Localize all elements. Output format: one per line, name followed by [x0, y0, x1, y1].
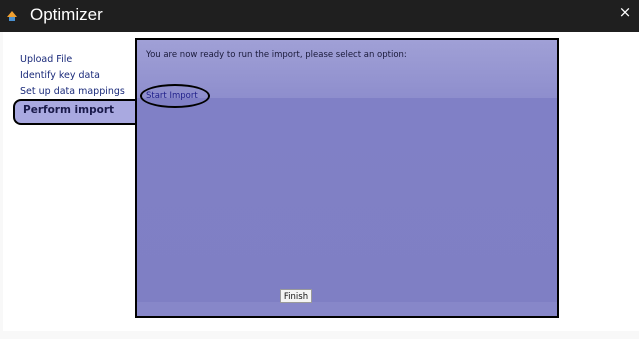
step-perform-import[interactable]: Perform import — [13, 99, 139, 125]
step-perform-import-label: Perform import — [23, 104, 115, 116]
finish-button[interactable]: Finish — [280, 289, 312, 303]
close-icon[interactable]: × — [617, 4, 633, 20]
step-upload-file[interactable]: Upload File — [20, 54, 72, 65]
import-panel: You are now ready to run the import, ple… — [135, 38, 559, 318]
title-bar: Optimizer × — [0, 0, 639, 32]
window-title: Optimizer — [30, 5, 103, 24]
start-import-link[interactable]: Start Import — [146, 91, 198, 101]
step-set-up-data-mappings[interactable]: Set up data mappings — [20, 86, 125, 97]
panel-footer-band — [137, 302, 557, 316]
optimizer-window: Optimizer × Upload File Identify key dat… — [0, 0, 639, 339]
import-prompt: You are now ready to run the import, ple… — [146, 50, 407, 60]
wizard-content: Upload File Identify key data Set up dat… — [3, 32, 639, 331]
step-identify-key-data[interactable]: Identify key data — [20, 70, 100, 81]
app-icon — [7, 6, 17, 21]
